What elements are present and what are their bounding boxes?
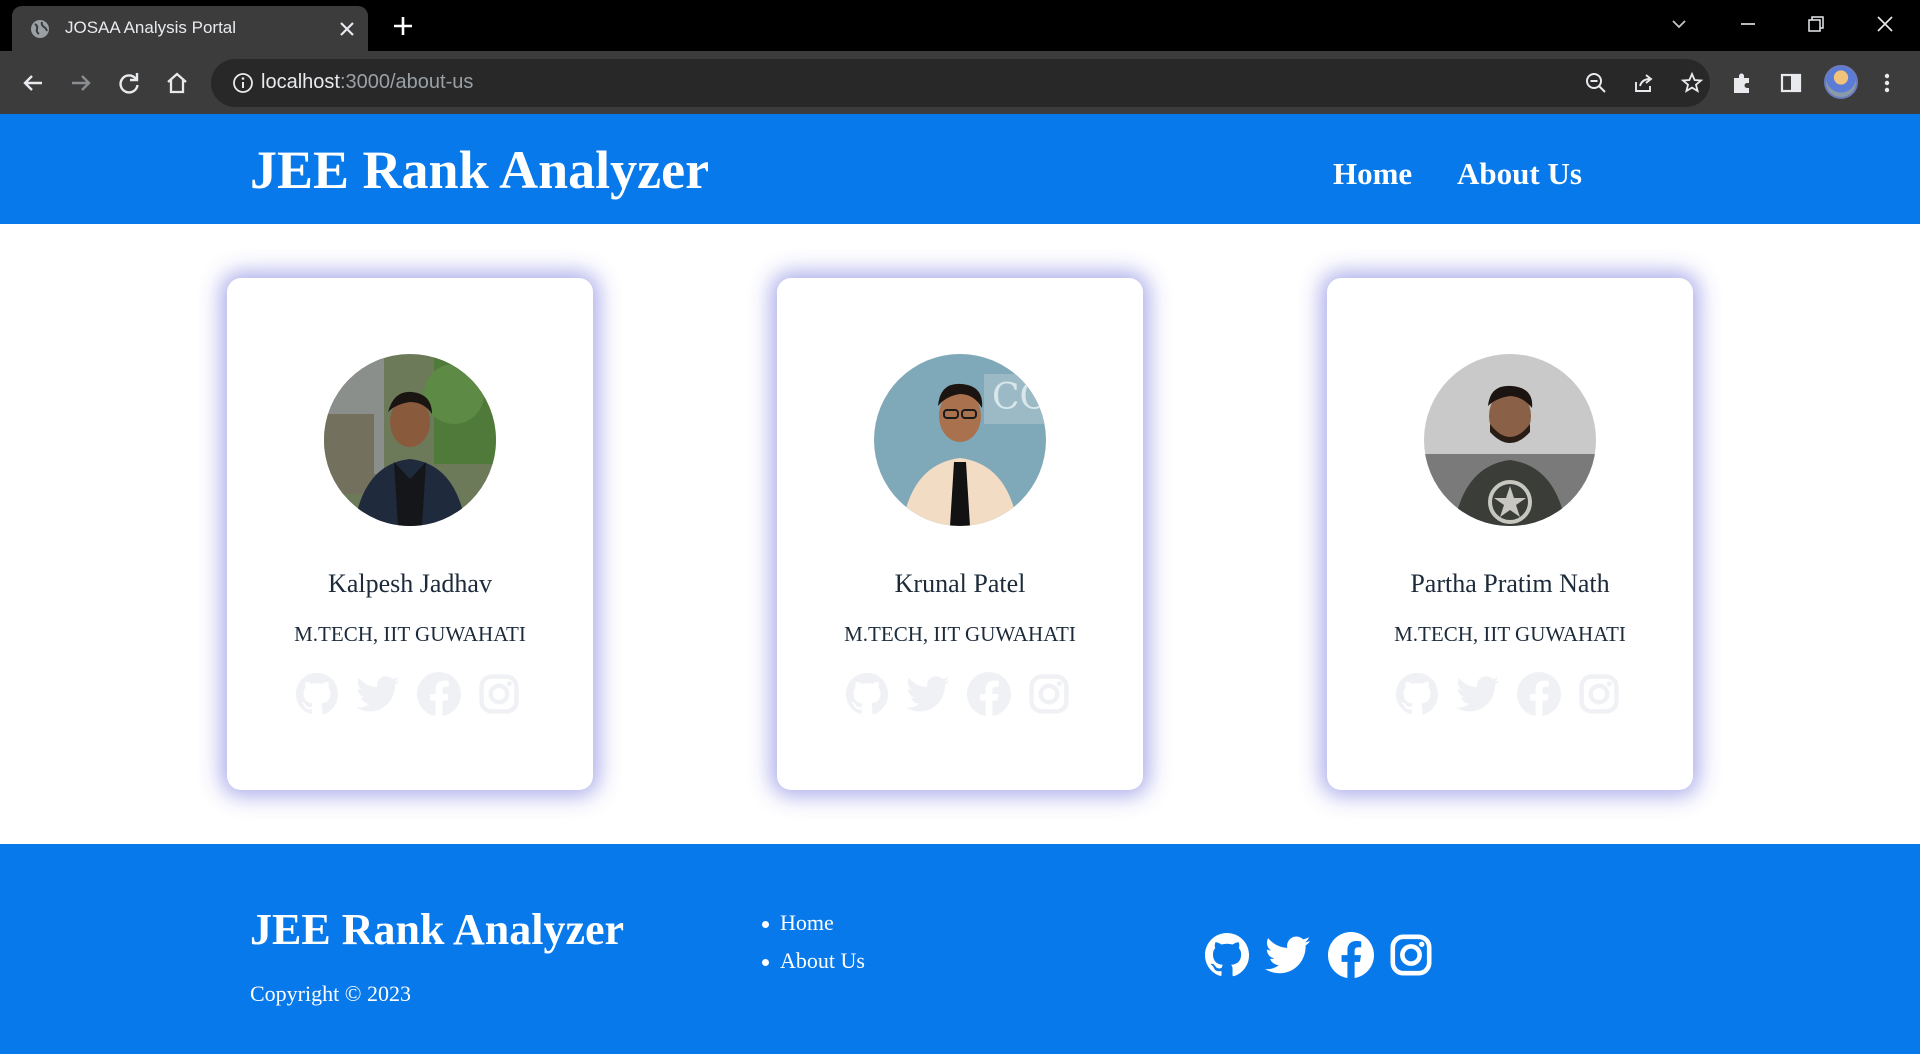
facebook-icon[interactable] (417, 672, 461, 716)
member-degree: M.TECH, IIT GUWAHATI (294, 622, 526, 646)
url-path: :3000/about-us (339, 71, 474, 93)
instagram-icon[interactable] (1577, 672, 1621, 716)
facebook-icon[interactable] (1328, 932, 1374, 978)
instagram-icon[interactable] (1388, 932, 1434, 978)
twitter-icon[interactable] (1265, 932, 1311, 978)
browser-toolbar: localhost:3000/about-us (0, 51, 1920, 114)
globe-icon (31, 20, 49, 38)
url-text: localhost:3000/about-us (261, 71, 473, 94)
address-bar[interactable]: localhost:3000/about-us (211, 59, 1710, 107)
member-name: Kalpesh Jadhav (328, 569, 492, 598)
footer-link-home[interactable]: Home (760, 910, 865, 948)
member-social-links (845, 672, 1077, 720)
member-social-links (295, 672, 527, 720)
team-card: CC Krunal Patel M.TECH, IIT GUWAHATI (777, 278, 1143, 790)
footer-brand: JEE Rank Analyzer (250, 905, 625, 954)
home-icon[interactable] (162, 68, 192, 98)
member-name: Partha Pratim Nath (1410, 569, 1610, 598)
twitter-icon[interactable] (356, 672, 400, 716)
forward-icon[interactable] (66, 68, 96, 98)
member-degree: M.TECH, IIT GUWAHATI (844, 622, 1076, 646)
team-card: Partha Pratim Nath M.TECH, IIT GUWAHATI (1327, 278, 1693, 790)
back-icon[interactable] (18, 68, 48, 98)
profile-avatar[interactable] (1824, 65, 1858, 99)
minimize-icon[interactable] (1735, 11, 1761, 37)
nav-home[interactable]: Home (1333, 156, 1412, 192)
share-icon[interactable] (1632, 71, 1656, 95)
tab-title: JOSAA Analysis Portal (65, 18, 237, 37)
twitter-icon[interactable] (906, 672, 950, 716)
member-photo: CC (874, 354, 1046, 526)
member-photo (1424, 354, 1596, 526)
instagram-icon[interactable] (1027, 672, 1071, 716)
instagram-icon[interactable] (477, 672, 521, 716)
tab-search-icon[interactable] (1666, 11, 1692, 37)
menu-dots-icon[interactable] (1872, 68, 1902, 98)
restore-icon[interactable] (1803, 11, 1829, 37)
browser-tab-strip: JOSAA Analysis Portal (0, 0, 1920, 51)
bookmark-star-icon[interactable] (1680, 71, 1704, 95)
github-icon[interactable] (1395, 672, 1439, 716)
site-header: JEE Rank Analyzer Home About Us (0, 114, 1920, 224)
site-info-icon[interactable] (232, 72, 254, 94)
reload-icon[interactable] (114, 68, 144, 98)
footer-social-links (1204, 932, 1444, 980)
footer-links: Home About Us (760, 910, 865, 986)
extensions-icon[interactable] (1727, 68, 1757, 98)
nav-about-us[interactable]: About Us (1457, 156, 1582, 192)
close-tab-icon[interactable] (337, 19, 357, 39)
member-degree: M.TECH, IIT GUWAHATI (1394, 622, 1626, 646)
svg-text:CC: CC (992, 377, 1046, 418)
url-host: localhost (261, 71, 340, 93)
member-social-links (1395, 672, 1627, 720)
github-icon[interactable] (295, 672, 339, 716)
site-brand[interactable]: JEE Rank Analyzer (250, 139, 709, 201)
footer-link-about-us[interactable]: About Us (760, 948, 865, 986)
site-footer: JEE Rank Analyzer Copyright © 2023 Home … (0, 844, 1920, 1054)
team-card: Kalpesh Jadhav M.TECH, IIT GUWAHATI (227, 278, 593, 790)
github-icon[interactable] (845, 672, 889, 716)
twitter-icon[interactable] (1456, 672, 1500, 716)
facebook-icon[interactable] (1517, 672, 1561, 716)
member-photo (324, 354, 496, 526)
browser-tab[interactable]: JOSAA Analysis Portal (12, 6, 368, 51)
side-panel-icon[interactable] (1776, 68, 1806, 98)
new-tab-icon[interactable] (390, 13, 416, 39)
facebook-icon[interactable] (967, 672, 1011, 716)
member-name: Krunal Patel (894, 569, 1026, 598)
copyright-text: Copyright © 2023 (250, 981, 411, 1006)
zoom-out-icon[interactable] (1584, 71, 1608, 95)
github-icon[interactable] (1204, 932, 1250, 978)
close-window-icon[interactable] (1872, 11, 1898, 37)
